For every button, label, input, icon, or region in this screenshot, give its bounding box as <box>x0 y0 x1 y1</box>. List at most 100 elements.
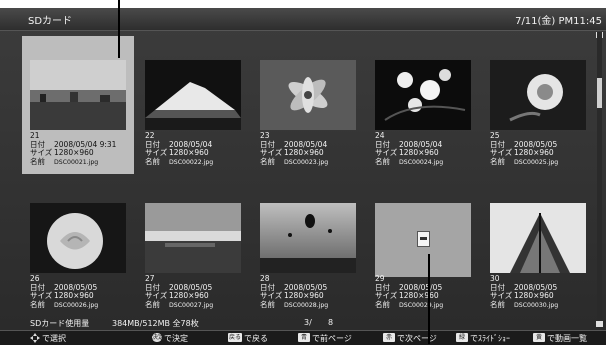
photo-filename-label: 名前 <box>375 299 390 309</box>
photo-number: 28 <box>260 274 270 283</box>
back-button-icon: 戻る <box>228 333 243 342</box>
unsupported-file-placeholder <box>375 203 471 277</box>
photo-filename-row: 名前 DSC00024.jpg <box>375 156 443 168</box>
photo-thumbnail[interactable]: 26 日付 2008/05/05 サイズ 1280×960 名前 DSC00026.jpg <box>22 179 134 317</box>
photo-filename-row: 名前 DSC00027.jpg <box>145 299 213 311</box>
photo-image <box>375 60 471 130</box>
photo-filename: DSC00023.jpg <box>284 158 329 166</box>
photo-number: 22 <box>145 131 155 140</box>
page-total: 8 <box>328 318 334 327</box>
photo-filename-label: 名前 <box>145 299 160 309</box>
green-button-icon: 緑 <box>456 333 468 342</box>
photo-metadata: 21 日付 2008/05/04 9:31 サイズ 1280×960 名前 DSC00021… <box>30 131 116 168</box>
photo-metadata: 25 日付 2008/05/05 サイズ 1280×960 名前 DSC00025.jpg <box>490 131 558 168</box>
photo-number: 29 <box>375 274 385 283</box>
photo-filename: DSC00021.jpg <box>54 158 99 166</box>
photo-size: 1280×960 <box>54 291 94 301</box>
photo-thumbnail[interactable]: 27 日付 2008/05/05 サイズ 1280×960 名前 DSC00027.jpg <box>137 179 249 317</box>
photo-thumbnail[interactable]: 28 日付 2008/05/05 サイズ 1280×960 名前 DSC00028.jpg <box>252 179 364 317</box>
photo-thumbnail[interactable]: 29 日付 2008/05/05 サイズ 1280×960 名前 DSC00029.jpg <box>367 179 479 317</box>
photo-filename: DSC00028.jpg <box>284 301 329 309</box>
photo-metadata: 26 日付 2008/05/05 サイズ 1280×960 名前 DSC00026.jpg <box>30 274 99 311</box>
sd-usage-value: 384MB/512MB 全78枚 <box>112 319 199 328</box>
photo-image <box>145 203 241 273</box>
photo-filename: DSC00030.jpg <box>514 301 559 309</box>
dpad-icon <box>30 333 40 343</box>
hint-slideshow: 緑でｽﾗｲﾄﾞｼｮｰ <box>456 333 510 344</box>
photo-size: 1280×960 <box>399 291 439 301</box>
photo-metadata: 28 日付 2008/05/05 サイズ 1280×960 名前 DSC00028.jpg <box>260 274 329 311</box>
photo-thumbnail[interactable]: 30 日付 2008/05/05 サイズ 1280×960 名前 DSC00030.jpg <box>482 179 594 317</box>
yellow-button-icon: 黄 <box>533 333 545 342</box>
photo-size: 1280×960 <box>169 148 209 158</box>
callout-line-bottom <box>428 254 430 344</box>
photo-filename-label: 名前 <box>145 156 160 166</box>
photo-filename-row: 名前 DSC00030.jpg <box>490 299 559 311</box>
photo-filename-label: 名前 <box>260 156 275 166</box>
scrollbar-thumb[interactable] <box>597 78 602 108</box>
status-bar: SDカード使用量 384MB/512MB 全78枚 3/ 8 <box>22 317 594 329</box>
photo-number: 25 <box>490 131 500 140</box>
photo-metadata: 22 日付 2008/05/04 サイズ 1280×960 名前 DSC00022.jpg <box>145 131 214 168</box>
photo-size: 1280×960 <box>284 148 324 158</box>
photo-thumbnail[interactable]: 24 日付 2008/05/04 サイズ 1280×960 名前 DSC00024.jpg <box>367 36 479 174</box>
photo-metadata: 29 日付 2008/05/05 サイズ 1280×960 名前 DSC00029.jpg <box>375 274 444 310</box>
photo-image <box>30 203 126 273</box>
photo-thumbnail[interactable]: 25 日付 2008/05/05 サイズ 1280×960 名前 DSC00025.jpg <box>482 36 594 174</box>
callout-line-top <box>118 0 120 58</box>
photo-filename-row: 名前 DSC00022.jpg <box>145 156 214 168</box>
photo-number: 24 <box>375 131 385 140</box>
sd-card-browser-screen: SDカード 7/11(金) PM11:45 21 日付 2008/05/04 9:3… <box>0 8 606 345</box>
hint-decide-label: で決定 <box>164 334 188 343</box>
photo-filename-label: 名前 <box>490 299 505 309</box>
hint-next-page-label: で次ページ <box>397 334 437 343</box>
scroll-down-arrow[interactable] <box>596 321 603 327</box>
photo-filename-row: 名前 DSC00021.jpg <box>30 157 116 168</box>
button-guide-bar: で選択 決定で決定 戻る で戻る 青で前ページ 赤で次ページ 緑でｽﾗｲﾄﾞｼｮｰ… <box>0 330 606 345</box>
photo-image <box>260 60 356 130</box>
datetime: 7/11(金) PM11:45 <box>515 16 602 27</box>
photo-metadata: 27 日付 2008/05/05 サイズ 1280×960 名前 DSC00027.jpg <box>145 274 213 311</box>
hint-back-label: で戻る <box>244 334 269 343</box>
photo-image <box>490 60 586 130</box>
photo-image <box>30 60 126 130</box>
hint-select-label: で選択 <box>42 334 66 343</box>
photo-filename-row: 名前 DSC00026.jpg <box>30 300 99 311</box>
page-title: SDカード <box>28 16 73 27</box>
photo-filename-row: 名前 DSC00023.jpg <box>260 156 329 168</box>
file-icon <box>417 231 430 247</box>
photo-filename: DSC00022.jpg <box>169 158 214 166</box>
title-bar: SDカード 7/11(金) PM11:45 <box>0 8 606 31</box>
hint-video-list: 黄で動画一覧 <box>533 333 587 344</box>
photo-filename: DSC00029.jpg <box>399 301 444 309</box>
photo-thumbnail[interactable]: 22 日付 2008/05/04 サイズ 1280×960 名前 DSC00022.jpg <box>137 36 249 174</box>
hint-prev-page: 青で前ページ <box>298 333 352 344</box>
photo-size: 1280×960 <box>514 148 554 158</box>
photo-filename: DSC00026.jpg <box>54 301 99 309</box>
photo-number: 26 <box>30 274 40 283</box>
photo-filename-row: 名前 DSC00028.jpg <box>260 299 329 311</box>
photo-size: 1280×960 <box>54 148 94 158</box>
blue-button-icon: 青 <box>298 333 310 342</box>
thumbnail-grid: 21 日付 2008/05/04 9:31 サイズ 1280×960 名前 DSC00021… <box>22 36 594 322</box>
photo-size: 1280×960 <box>284 291 324 301</box>
photo-thumbnail[interactable]: 23 日付 2008/05/04 サイズ 1280×960 名前 DSC00023.jpg <box>252 36 364 174</box>
photo-number: 21 <box>30 131 40 140</box>
sd-usage-label: SDカード使用量 <box>30 319 90 328</box>
photo-size: 1280×960 <box>399 148 439 158</box>
photo-image <box>145 60 241 130</box>
decide-button-icon: 決定 <box>152 333 165 342</box>
photo-number: 23 <box>260 131 270 140</box>
photo-filename-row: 名前 DSC00025.jpg <box>490 157 558 168</box>
hint-video-list-label: で動画一覧 <box>547 334 587 343</box>
photo-number: 30 <box>490 274 500 283</box>
photo-image <box>260 203 356 273</box>
scrollbar[interactable] <box>597 32 602 328</box>
hint-decide: 決定で決定 <box>152 333 188 344</box>
photo-metadata: 30 日付 2008/05/05 サイズ 1280×960 名前 DSC00030.jpg <box>490 274 559 311</box>
photo-filename-label: 名前 <box>260 299 275 309</box>
red-button-icon: 赤 <box>383 333 395 342</box>
photo-number: 27 <box>145 274 155 283</box>
photo-filename-label: 名前 <box>375 156 390 166</box>
photo-image <box>490 203 586 273</box>
